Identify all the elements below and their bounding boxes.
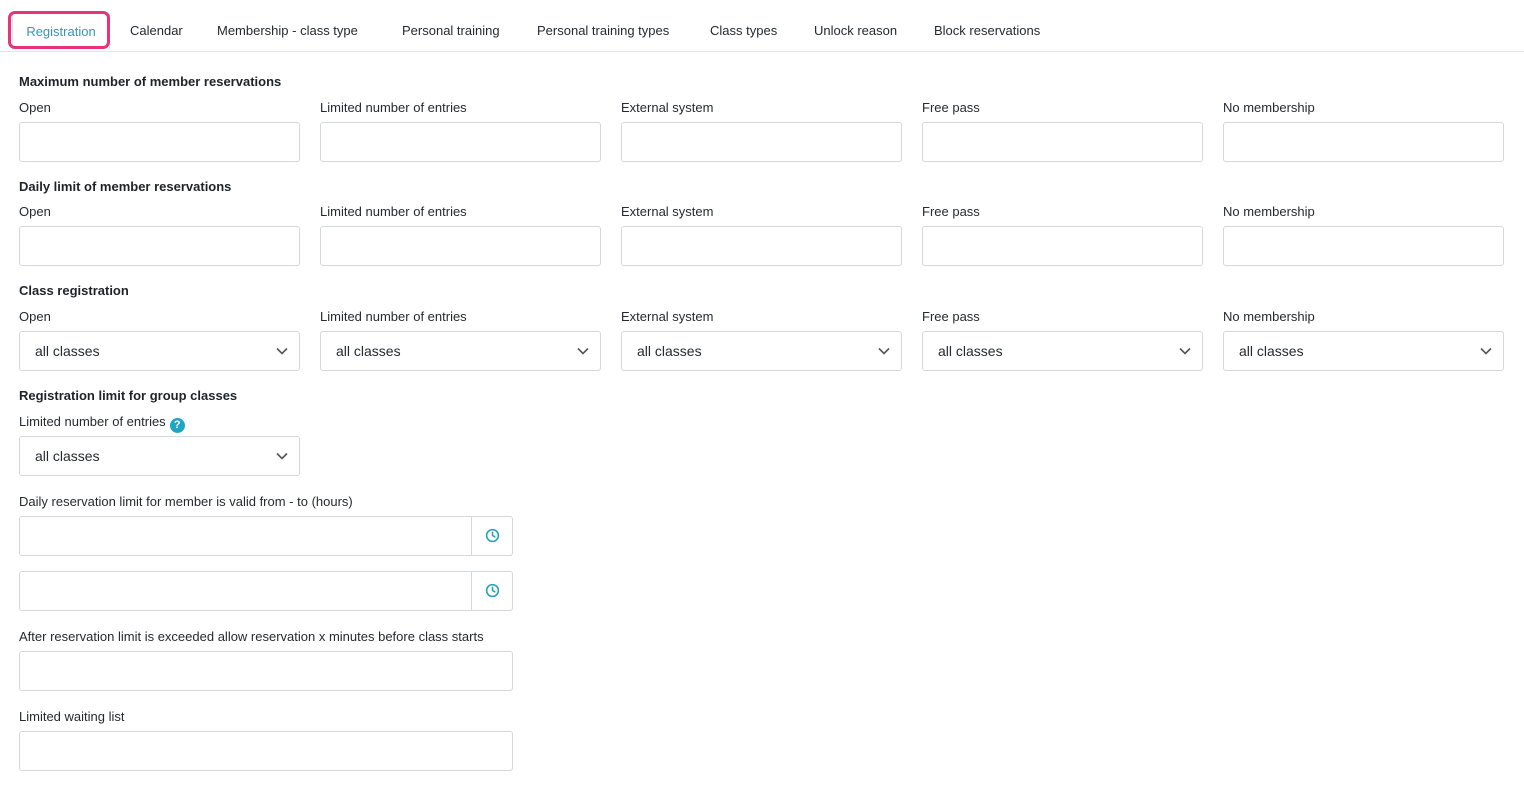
- tab-registration[interactable]: Registration: [12, 12, 110, 50]
- select-value: all classes: [336, 343, 401, 359]
- class-reg-free-pass-select[interactable]: all classes: [922, 331, 1203, 371]
- class-reg-limited-entries-select[interactable]: all classes: [320, 331, 601, 371]
- daily-free-pass-input[interactable]: [922, 226, 1203, 266]
- clock-icon: [485, 583, 500, 598]
- select-value: all classes: [35, 448, 100, 464]
- chevron-down-icon: [276, 347, 288, 355]
- max-free-pass-input[interactable]: [922, 122, 1203, 162]
- valid-to-time-input[interactable]: [19, 571, 513, 611]
- field-label-open: Open: [19, 204, 51, 219]
- max-no-membership-input[interactable]: [1223, 122, 1504, 162]
- field-label-free-pass: Free pass: [922, 204, 980, 219]
- field-label-external-system: External system: [621, 100, 714, 115]
- tab-bar: Registration Calendar Membership - class…: [0, 0, 1524, 52]
- max-open-input[interactable]: [19, 122, 300, 162]
- daily-no-membership-input[interactable]: [1223, 226, 1504, 266]
- help-icon[interactable]: ?: [169, 418, 185, 433]
- field-label-limited-entries: Limited number of entries: [19, 414, 166, 429]
- waiting-list-label: Limited waiting list: [19, 709, 125, 724]
- field-label-no-membership: No membership: [1223, 309, 1315, 324]
- field-label-no-membership: No membership: [1223, 204, 1315, 219]
- chevron-down-icon: [276, 452, 288, 460]
- tab-calendar[interactable]: Calendar: [130, 12, 183, 50]
- select-value: all classes: [1239, 343, 1304, 359]
- select-value: all classes: [637, 343, 702, 359]
- class-reg-external-system-select[interactable]: all classes: [621, 331, 902, 371]
- daily-open-input[interactable]: [19, 226, 300, 266]
- daily-limited-entries-input[interactable]: [320, 226, 601, 266]
- tab-block-reservations[interactable]: Block reservations: [934, 12, 1040, 50]
- field-label-open: Open: [19, 309, 51, 324]
- group-limit-label: Limited number of entries?: [19, 414, 185, 433]
- field-label-limited-entries: Limited number of entries: [320, 204, 467, 219]
- tab-membership-class-type[interactable]: Membership - class type: [217, 12, 358, 50]
- clock-icon: [485, 528, 500, 543]
- class-reg-no-membership-select[interactable]: all classes: [1223, 331, 1504, 371]
- section-title-max-reservations: Maximum number of member reservations: [19, 74, 282, 89]
- chevron-down-icon: [577, 347, 589, 355]
- waiting-list-input[interactable]: [19, 731, 513, 771]
- field-label-free-pass: Free pass: [922, 309, 980, 324]
- chevron-down-icon: [878, 347, 890, 355]
- exceeded-minutes-input[interactable]: [19, 651, 513, 691]
- time-picker-button[interactable]: [471, 572, 512, 610]
- field-label-limited-entries: Limited number of entries: [320, 100, 467, 115]
- select-value: all classes: [35, 343, 100, 359]
- tab-unlock-reason[interactable]: Unlock reason: [814, 12, 897, 50]
- group-limit-select[interactable]: all classes: [19, 436, 300, 476]
- field-label-no-membership: No membership: [1223, 100, 1315, 115]
- field-label-limited-entries: Limited number of entries: [320, 309, 467, 324]
- exceeded-label: After reservation limit is exceeded allo…: [19, 629, 484, 644]
- field-label-open: Open: [19, 100, 51, 115]
- daily-external-system-input[interactable]: [621, 226, 902, 266]
- select-value: all classes: [938, 343, 1003, 359]
- field-label-free-pass: Free pass: [922, 100, 980, 115]
- tab-class-types[interactable]: Class types: [710, 12, 777, 50]
- valid-from-time-input[interactable]: [19, 516, 513, 556]
- section-title-daily-limit: Daily limit of member reservations: [19, 179, 232, 194]
- time-picker-button[interactable]: [471, 517, 512, 555]
- chevron-down-icon: [1480, 347, 1492, 355]
- field-label-external-system: External system: [621, 309, 714, 324]
- section-title-group-limit: Registration limit for group classes: [19, 388, 238, 403]
- daily-valid-label: Daily reservation limit for member is va…: [19, 494, 353, 509]
- chevron-down-icon: [1179, 347, 1191, 355]
- section-title-class-registration: Class registration: [19, 283, 129, 298]
- field-label-external-system: External system: [621, 204, 714, 219]
- tab-personal-training[interactable]: Personal training: [402, 12, 500, 50]
- max-external-system-input[interactable]: [621, 122, 902, 162]
- max-limited-entries-input[interactable]: [320, 122, 601, 162]
- class-reg-open-select[interactable]: all classes: [19, 331, 300, 371]
- tab-personal-training-types[interactable]: Personal training types: [537, 12, 669, 50]
